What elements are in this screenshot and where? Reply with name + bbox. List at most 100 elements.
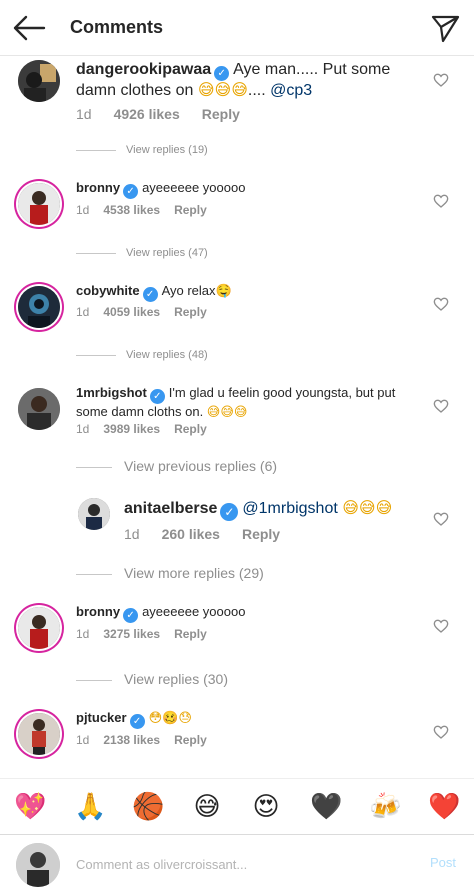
heart-icon[interactable] bbox=[433, 511, 449, 527]
comment-body: bronny ✓ ayeeeeee yooooo bbox=[76, 180, 416, 199]
likes-count[interactable]: 2138 likes bbox=[103, 733, 160, 747]
avatar[interactable] bbox=[18, 183, 60, 225]
post-button[interactable]: Post bbox=[430, 855, 456, 870]
comment-meta: 1d 3989 likes Reply bbox=[76, 422, 221, 436]
basketball-emoji-button[interactable]: 🏀 bbox=[132, 791, 164, 823]
comment-username[interactable]: bronny bbox=[76, 180, 120, 195]
view-replies-link[interactable]: View replies (48) bbox=[76, 349, 208, 361]
comment-emoji: 😅😅😅 bbox=[342, 500, 393, 517]
heart-icon[interactable] bbox=[433, 72, 449, 88]
comment-username[interactable]: cobywhite bbox=[76, 283, 140, 298]
sweat-smile-emoji-button[interactable]: 😅 bbox=[191, 791, 223, 823]
verified-badge-icon: ✓ bbox=[214, 66, 230, 81]
comment-time: 1d bbox=[76, 203, 90, 217]
verified-badge-icon: ✓ bbox=[220, 503, 239, 521]
reply-button[interactable]: Reply bbox=[174, 422, 207, 436]
comment-body: 1mrbigshot ✓ I'm glad u feelin good youngs… bbox=[76, 385, 416, 420]
reply-button[interactable]: Reply bbox=[202, 106, 240, 122]
likes-count[interactable]: 4059 likes bbox=[103, 305, 160, 319]
likes-count[interactable]: 3275 likes bbox=[103, 627, 160, 641]
likes-count[interactable]: 260 likes bbox=[162, 526, 220, 542]
comment-text: Ayo relax bbox=[161, 283, 216, 298]
comment-emoji: 😳🥴😓 bbox=[148, 710, 192, 725]
verified-badge-icon: ✓ bbox=[149, 389, 165, 404]
comment-username[interactable]: pjtucker bbox=[76, 710, 127, 725]
heart-icon[interactable] bbox=[433, 296, 449, 312]
black-heart-emoji-button[interactable]: 🖤 bbox=[310, 791, 342, 823]
comment-username[interactable]: dangerookipawaa bbox=[76, 61, 211, 78]
reply-divider-line bbox=[76, 149, 116, 151]
heart-icon[interactable] bbox=[433, 724, 449, 740]
red-heart-emoji-button[interactable]: ❤️ bbox=[428, 791, 460, 823]
comment-time: 1d bbox=[76, 422, 90, 436]
emoji-quick-bar: 💖 🙏 🏀 😅 😍 🖤 🍻 ❤️ bbox=[0, 778, 474, 834]
reply-button[interactable]: Reply bbox=[174, 305, 207, 319]
avatar[interactable] bbox=[18, 607, 60, 649]
reply-button[interactable]: Reply bbox=[174, 627, 207, 641]
reply-body: anitaelberse ✓ @1mrbigshot 😅😅😅 bbox=[124, 499, 424, 521]
view-replies-link[interactable]: View replies (47) bbox=[76, 247, 208, 259]
likes-count[interactable]: 3989 likes bbox=[103, 422, 160, 436]
reply-divider-line bbox=[76, 252, 116, 254]
mention-link[interactable]: @1mrbigshot bbox=[242, 500, 337, 517]
comment-meta: 1d 2138 likes Reply bbox=[76, 733, 221, 747]
comment-meta: 1d 4059 likes Reply bbox=[76, 305, 221, 319]
verified-badge-icon: ✓ bbox=[129, 714, 145, 729]
comment-meta: 1d 3275 likes Reply bbox=[76, 627, 221, 641]
reply-button[interactable]: Reply bbox=[174, 733, 207, 747]
folded-hands-emoji-button[interactable]: 🙏 bbox=[74, 791, 106, 823]
comment-text: ayeeeeee yooooo bbox=[142, 180, 246, 195]
reply-divider-line bbox=[76, 573, 112, 575]
arrow-left-icon[interactable] bbox=[12, 12, 46, 44]
mention-link[interactable]: @cp3 bbox=[270, 82, 312, 99]
comment-input[interactable] bbox=[76, 852, 396, 876]
comment-emoji: 🤤 bbox=[215, 283, 232, 298]
verified-badge-icon: ✓ bbox=[123, 608, 139, 623]
comment-meta: 1d 260 likes Reply bbox=[124, 526, 302, 542]
view-replies-link[interactable]: View replies (30) bbox=[76, 671, 228, 687]
view-previous-replies-link[interactable]: View previous replies (6) bbox=[76, 458, 277, 474]
comment-meta: 1d 4538 likes Reply bbox=[76, 203, 221, 217]
paper-plane-icon[interactable] bbox=[430, 13, 460, 43]
comment-username[interactable]: anitaelberse bbox=[124, 500, 217, 517]
verified-badge-icon: ✓ bbox=[142, 287, 158, 302]
comment-body: pjtucker ✓ 😳🥴😓 bbox=[76, 710, 416, 729]
heart-eyes-emoji-button[interactable]: 😍 bbox=[250, 791, 282, 823]
beer-mugs-emoji-button[interactable]: 🍻 bbox=[369, 791, 401, 823]
comments-header: Comments bbox=[0, 0, 474, 56]
avatar[interactable] bbox=[78, 498, 110, 530]
comment-emoji: 😅😅😅 bbox=[206, 404, 248, 419]
reply-button[interactable]: Reply bbox=[242, 526, 280, 542]
comment-input-bar: Post bbox=[0, 834, 474, 891]
comment-meta: 1d 4926 likes Reply bbox=[76, 106, 262, 122]
sparkling-heart-emoji-button[interactable]: 💖 bbox=[14, 791, 46, 823]
reply-divider-line bbox=[76, 354, 116, 356]
comment-username[interactable]: bronny bbox=[76, 604, 120, 619]
comment-text-after: .... bbox=[247, 82, 271, 99]
reply-divider-line bbox=[76, 466, 112, 468]
reply-divider-line bbox=[76, 679, 112, 681]
avatar[interactable] bbox=[18, 388, 60, 430]
comment-body: cobywhite ✓ Ayo relax🤤 bbox=[76, 283, 416, 302]
comment-emoji: 😅😅😅 bbox=[197, 82, 248, 99]
avatar[interactable] bbox=[18, 713, 60, 755]
likes-count[interactable]: 4538 likes bbox=[103, 203, 160, 217]
likes-count[interactable]: 4926 likes bbox=[114, 106, 180, 122]
avatar[interactable] bbox=[18, 60, 60, 102]
comment-time: 1d bbox=[76, 627, 90, 641]
heart-icon[interactable] bbox=[433, 398, 449, 414]
avatar[interactable] bbox=[18, 286, 60, 328]
comment-time: 1d bbox=[76, 106, 92, 122]
comment-time: 1d bbox=[124, 526, 140, 542]
comment-time: 1d bbox=[76, 733, 90, 747]
heart-icon[interactable] bbox=[433, 618, 449, 634]
reply-button[interactable]: Reply bbox=[174, 203, 207, 217]
comment-username[interactable]: 1mrbigshot bbox=[76, 385, 147, 400]
heart-icon[interactable] bbox=[433, 193, 449, 209]
comment-text: ayeeeeee yooooo bbox=[142, 604, 246, 619]
page-title: Comments bbox=[70, 17, 164, 37]
view-more-replies-link[interactable]: View more replies (29) bbox=[76, 565, 264, 581]
avatar bbox=[16, 843, 60, 887]
comment-time: 1d bbox=[76, 305, 90, 319]
view-replies-link[interactable]: View replies (19) bbox=[76, 144, 208, 156]
